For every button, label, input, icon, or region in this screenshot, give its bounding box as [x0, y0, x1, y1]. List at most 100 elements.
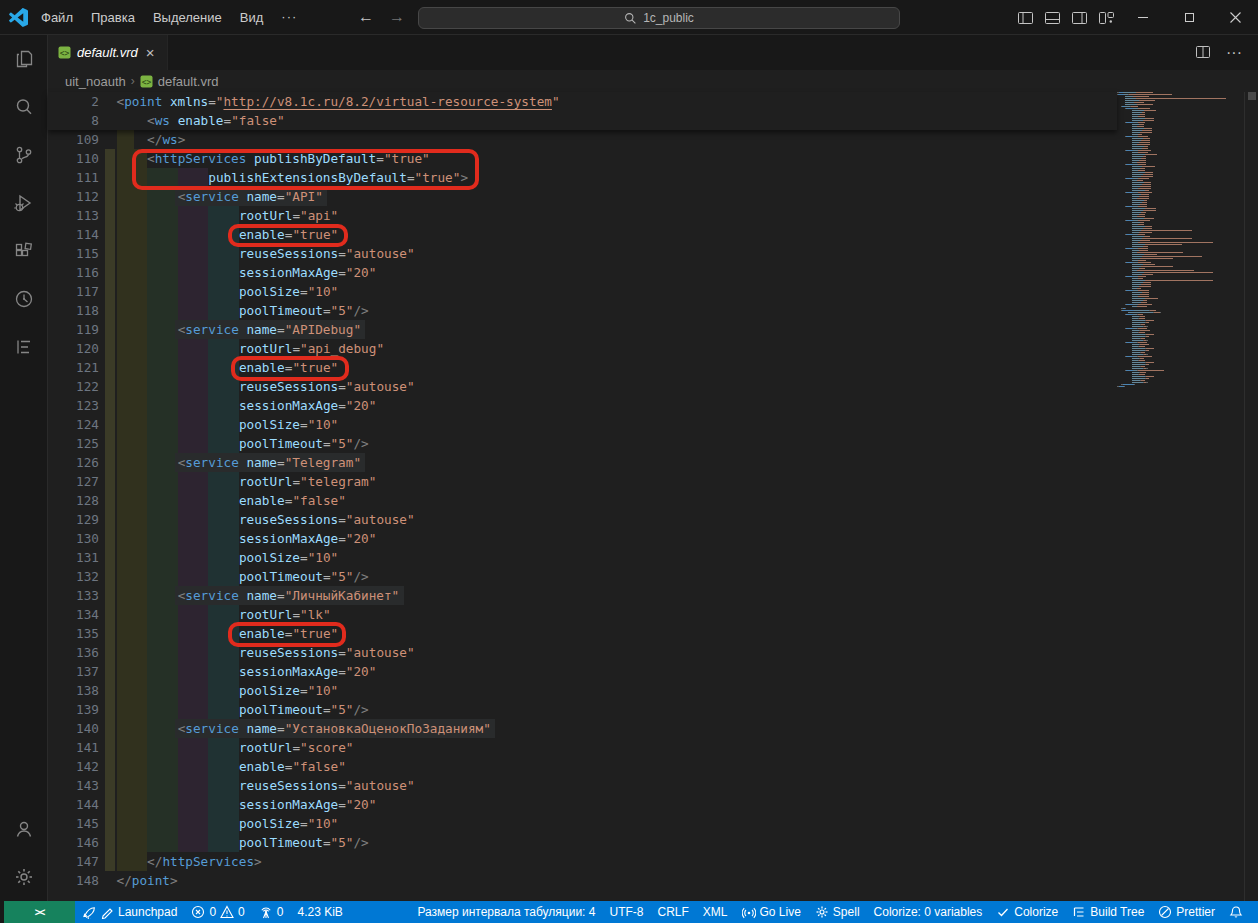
code-line-8[interactable]: 8<ws enable="false" — [48, 111, 1117, 130]
gutter-modified-strip — [105, 149, 115, 168]
statusbar-item-CRLF[interactable]: CRLF — [650, 901, 695, 923]
code-line-119[interactable]: 119<service name="APIDebug" — [48, 320, 1258, 339]
code-line-116[interactable]: 116sessionMaxAge="20" — [48, 263, 1258, 282]
menu-overflow[interactable]: ··· — [272, 0, 306, 35]
line-number: 115 — [48, 244, 99, 263]
menu-file[interactable]: Файл — [32, 0, 82, 35]
statusbar-item-Launchpad[interactable]: Launchpad — [75, 901, 184, 923]
code-line-142[interactable]: 142enable="false" — [48, 757, 1258, 776]
split-editor-icon[interactable] — [1188, 44, 1218, 62]
slash-icon — [1158, 905, 1172, 919]
scrollbar-thumb[interactable] — [1248, 92, 1256, 100]
code-line-121[interactable]: 121enable="true" — [48, 358, 1258, 377]
code-line-125[interactable]: 125poolTimeout="5"/> — [48, 434, 1258, 453]
statusbar-item-UTF-8[interactable]: UTF-8 — [602, 901, 650, 923]
code-line-118[interactable]: 118poolTimeout="5"/> — [48, 301, 1258, 320]
code-text: poolTimeout="5"/> — [239, 700, 369, 719]
statusbar-item-Go Live[interactable]: Go Live — [735, 901, 808, 923]
line-number: 141 — [48, 738, 99, 757]
statusbar-item-Spell[interactable]: Spell — [808, 901, 867, 923]
menu-selection[interactable]: Выделение — [144, 0, 231, 35]
statusbar-item-Build Tree[interactable]: Build Tree — [1065, 901, 1151, 923]
code-line-148[interactable]: 148</point> — [48, 871, 1258, 890]
nav-back-button[interactable]: ← — [358, 0, 374, 34]
code-line-122[interactable]: 122reuseSessions="autouse" — [48, 377, 1258, 396]
outline-tree-icon[interactable] — [0, 323, 48, 371]
code-line-2[interactable]: 2<point xmlns="http://v8.1c.ru/8.2/virtu… — [48, 92, 1117, 111]
code-line-132[interactable]: 132poolTimeout="5"/> — [48, 567, 1258, 586]
code-line-134[interactable]: 134rootUrl="lk" — [48, 605, 1258, 624]
breadcrumb[interactable]: uit_noauth › <> default.vrd — [48, 70, 1128, 92]
statusbar-item-0[interactable]: 00 — [184, 901, 251, 923]
remote-indicator[interactable]: >< — [4, 901, 75, 923]
menu-edit[interactable]: Правка — [82, 0, 144, 35]
gutter-modified-strip — [105, 529, 115, 548]
command-center-search[interactable]: 1c_public — [418, 7, 900, 29]
code-line-130[interactable]: 130sessionMaxAge="20" — [48, 529, 1258, 548]
code-line-139[interactable]: 139poolTimeout="5"/> — [48, 700, 1258, 719]
statusbar-item-Prettier[interactable]: Prettier — [1151, 901, 1222, 923]
code-text: rootUrl="score" — [239, 738, 354, 757]
code-line-133[interactable]: 133<service name="ЛичныйКабинет" — [48, 586, 1258, 605]
breadcrumb-folder[interactable]: uit_noauth — [65, 74, 126, 89]
customize-layout-icon[interactable] — [1093, 0, 1120, 35]
code-line-140[interactable]: 140<service name="УстановкаОценокПоЗадан… — [48, 719, 1258, 738]
code-line-113[interactable]: 113rootUrl="api" — [48, 206, 1258, 225]
code-line-143[interactable]: 143reuseSessions="autouse" — [48, 776, 1258, 795]
code-line-117[interactable]: 117poolSize="10" — [48, 282, 1258, 301]
code-line-136[interactable]: 136reuseSessions="autouse" — [48, 643, 1258, 662]
indent-guide-block — [147, 776, 178, 795]
line-number: 8 — [48, 111, 99, 130]
nav-forward-button[interactable]: → — [389, 0, 405, 34]
code-line-120[interactable]: 120rootUrl="api_debug" — [48, 339, 1258, 358]
statusbar-item-Colorize: 0 variables[interactable]: Colorize: 0 variables — [867, 901, 990, 923]
code-line-146[interactable]: 146poolTimeout="5"/> — [48, 833, 1258, 852]
statusbar-item-bell[interactable] — [1222, 901, 1250, 923]
code-line-137[interactable]: 137sessionMaxAge="20" — [48, 662, 1258, 681]
toggle-sidebar-icon[interactable] — [1012, 0, 1039, 35]
code-line-115[interactable]: 115reuseSessions="autouse" — [48, 244, 1258, 263]
indent-guide-block — [208, 244, 239, 263]
tab-close-icon[interactable]: × — [146, 45, 155, 60]
statusbar-item-Colorize[interactable]: Colorize — [989, 901, 1065, 923]
code-line-129[interactable]: 129reuseSessions="autouse" — [48, 510, 1258, 529]
run-debug-icon[interactable] — [0, 179, 48, 227]
settings-icon[interactable] — [0, 853, 48, 901]
code-line-124[interactable]: 124poolSize="10" — [48, 415, 1258, 434]
statusbar-item-XML[interactable]: XML — [696, 901, 735, 923]
code-line-131[interactable]: 131poolSize="10" — [48, 548, 1258, 567]
code-line-123[interactable]: 123sessionMaxAge="20" — [48, 396, 1258, 415]
circle-tool-icon[interactable] — [0, 275, 48, 323]
code-editor[interactable]: 109</ws>110<httpServices publishByDefaul… — [48, 92, 1258, 901]
minimize-button[interactable] — [1120, 0, 1166, 35]
explorer-icon[interactable] — [0, 35, 48, 83]
minimap[interactable] — [1117, 92, 1245, 901]
statusbar-item-4.23 KiB[interactable]: 4.23 KiB — [290, 901, 349, 923]
code-line-109[interactable]: 109</ws> — [48, 130, 1258, 149]
statusbar-item-0[interactable]: 0 — [252, 901, 291, 923]
code-line-145[interactable]: 145poolSize="10" — [48, 814, 1258, 833]
code-line-128[interactable]: 128enable="false" — [48, 491, 1258, 510]
tab-default-vrd[interactable]: <> default.vrd × — [48, 35, 168, 70]
account-icon[interactable] — [0, 805, 48, 853]
close-button[interactable] — [1212, 0, 1258, 35]
statusbar-item-Размер интервала табуляции: 4[interactable]: Размер интервала табуляции: 4 — [410, 901, 602, 923]
editor-actions-more-icon[interactable]: ··· — [1218, 44, 1250, 62]
code-line-147[interactable]: 147</httpServices> — [48, 852, 1258, 871]
search-icon[interactable] — [0, 83, 48, 131]
indent-guide-block — [178, 681, 209, 700]
breadcrumb-file[interactable]: default.vrd — [158, 74, 219, 89]
source-control-icon[interactable] — [0, 131, 48, 179]
code-line-126[interactable]: 126<service name="Telegram" — [48, 453, 1258, 472]
code-line-138[interactable]: 138poolSize="10" — [48, 681, 1258, 700]
toggle-secondary-sidebar-icon[interactable] — [1066, 0, 1093, 35]
menu-view[interactable]: Вид — [231, 0, 273, 35]
code-line-144[interactable]: 144sessionMaxAge="20" — [48, 795, 1258, 814]
toggle-panel-icon[interactable] — [1039, 0, 1066, 35]
maximize-button[interactable] — [1166, 0, 1212, 35]
code-line-127[interactable]: 127rootUrl="telegram" — [48, 472, 1258, 491]
indent-guide-block — [117, 415, 148, 434]
indent-guide-block — [208, 681, 239, 700]
code-line-141[interactable]: 141 rootUrl="score" — [48, 738, 1258, 757]
extensions-icon[interactable] — [0, 227, 48, 275]
